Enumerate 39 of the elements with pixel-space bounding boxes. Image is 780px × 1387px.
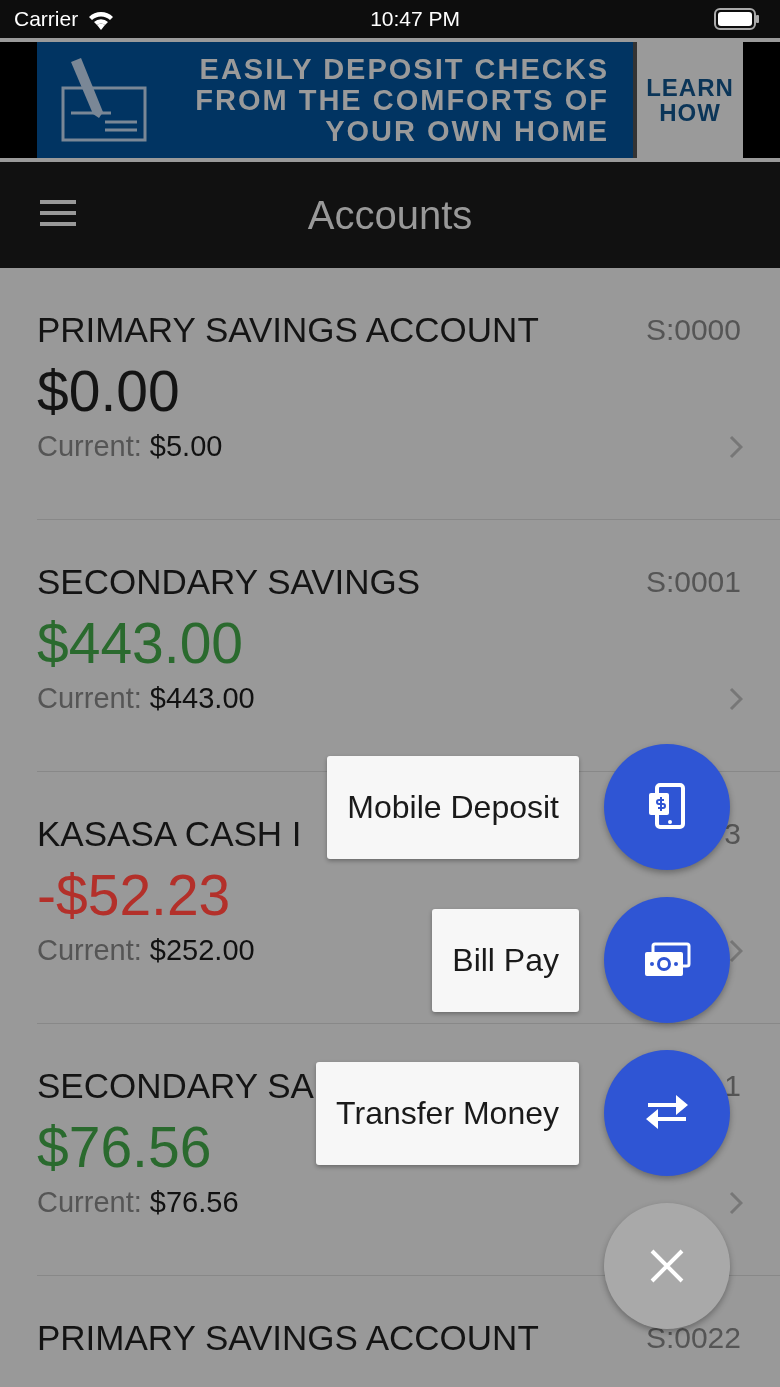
banner-headline: YOUR OWN HOME — [325, 115, 609, 147]
account-number: S:0022 — [645, 1321, 741, 1355]
account-name: SECONDARY SA — [37, 1066, 314, 1106]
account-balance: -$52.23 — [37, 862, 231, 928]
current-balance: Current: $443.00 — [37, 682, 255, 715]
carrier-label: Carrier — [14, 7, 79, 31]
action-label-button[interactable]: Transfer Money — [316, 1061, 579, 1165]
account-name: PRIMARY SAVINGS ACCOUNT — [37, 1318, 539, 1358]
banner-headline: EASILY DEPOSIT CHECKS — [199, 53, 609, 85]
action-label-button[interactable]: Bill Pay — [432, 908, 579, 1012]
close-icon — [650, 1249, 684, 1283]
menu-button[interactable] — [40, 200, 76, 226]
account-number: 3 — [724, 817, 741, 851]
account-number: S:0000 — [645, 313, 741, 347]
account-name: SECONDARY SAVINGS — [37, 562, 421, 602]
chevron-right-icon — [729, 1190, 743, 1215]
learn-how-link[interactable]: LEARN HOW — [637, 42, 743, 158]
page-title: Accounts — [307, 192, 473, 238]
account-balance: $76.56 — [37, 1114, 212, 1180]
chevron-right-icon — [729, 686, 743, 711]
banner-headline: FROM THE COMFORTS OF — [195, 84, 609, 116]
account-name: PRIMARY SAVINGS ACCOUNT — [37, 310, 539, 350]
account-name: KASASA CASH I — [37, 814, 302, 854]
current-balance: Current: $5.00 — [37, 430, 223, 463]
account-balance: $0.00 — [37, 358, 180, 424]
current-balance: Current: $76.56 — [37, 1186, 239, 1219]
clock-time: 10:47 PM — [370, 7, 461, 31]
battery-icon — [714, 8, 760, 30]
account-balance: $443.00 — [37, 610, 244, 676]
check-and-pen-icon — [61, 58, 147, 142]
current-balance: Current: $252.00 — [37, 934, 255, 967]
cash-icon — [643, 942, 691, 978]
menu-icon — [40, 200, 76, 226]
account-number: S:0001 — [645, 565, 741, 599]
swap-arrows-icon — [644, 1095, 690, 1131]
account-number: 1 — [724, 1069, 741, 1103]
chevron-right-icon — [729, 434, 743, 459]
chevron-right-icon — [729, 938, 743, 963]
action-label-button[interactable]: Mobile Deposit — [327, 755, 579, 859]
